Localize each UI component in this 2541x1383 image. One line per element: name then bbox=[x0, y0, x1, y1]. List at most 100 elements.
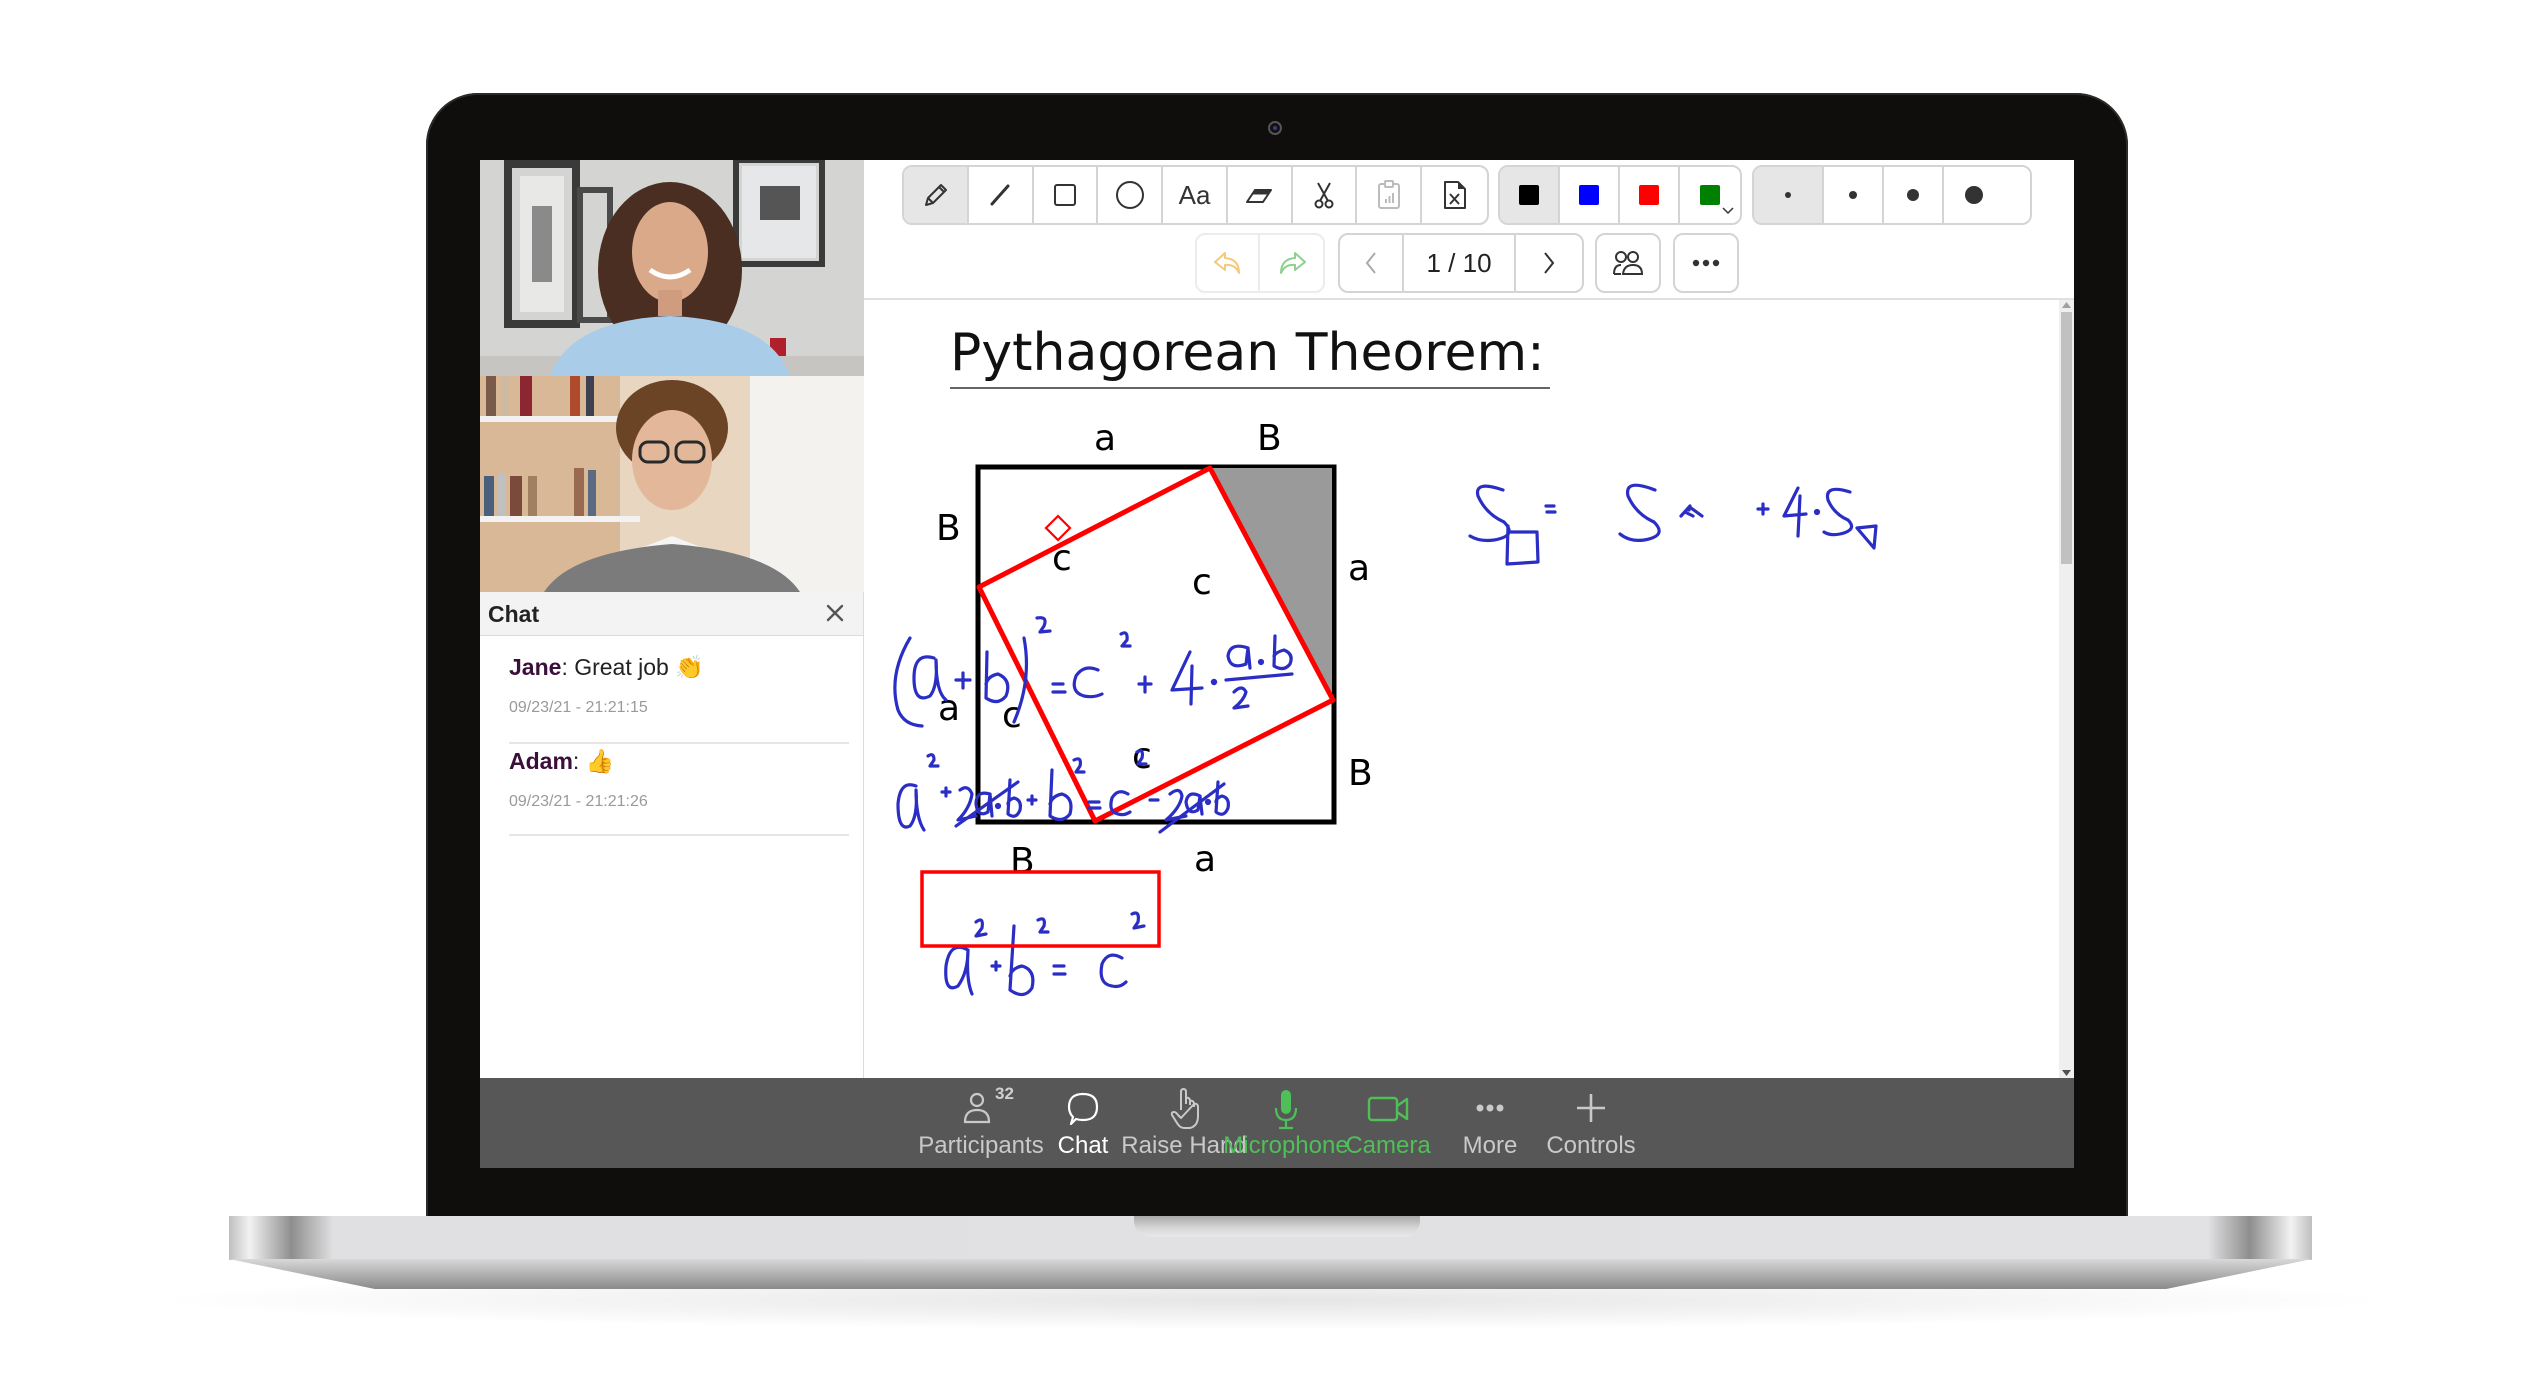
tool-rectangle[interactable] bbox=[1034, 167, 1099, 223]
size-xlarge[interactable] bbox=[1944, 167, 2004, 223]
tool-pencil[interactable] bbox=[904, 167, 969, 223]
video-participant-1[interactable] bbox=[480, 160, 864, 376]
whiteboard-title: Pythagorean Theorem: bbox=[950, 323, 1545, 383]
label-left-b: B bbox=[936, 508, 961, 549]
more-icon bbox=[1476, 1104, 1504, 1112]
text-icon: Aa bbox=[1178, 179, 1211, 210]
color-black[interactable] bbox=[1500, 167, 1561, 223]
result-highlight-box bbox=[920, 870, 1161, 948]
scroll-down-arrow-icon[interactable] bbox=[2062, 1070, 2071, 1076]
controls-button[interactable]: Controls bbox=[1521, 1078, 1661, 1168]
pencil-icon bbox=[925, 184, 948, 206]
more-options-button[interactable] bbox=[1675, 235, 1737, 291]
more-dots-icon bbox=[1692, 259, 1720, 267]
app-screen: Chat Jane: Great job 👏 09/23/21 - 21:21:… bbox=[480, 160, 2074, 1168]
plus-icon bbox=[1577, 1094, 1605, 1122]
tool-cut[interactable] bbox=[1293, 167, 1358, 223]
tool-paste[interactable] bbox=[1357, 167, 1423, 223]
microphone-icon bbox=[1274, 1090, 1298, 1130]
tool-text[interactable]: Aa bbox=[1163, 167, 1228, 223]
label-inner-c: c bbox=[1052, 538, 1072, 579]
size-small[interactable] bbox=[1754, 167, 1824, 223]
whiteboard-participants-button[interactable] bbox=[1597, 235, 1659, 291]
label-inner-c: c bbox=[1192, 562, 1212, 603]
participants-whiteboard-button-wrap bbox=[1595, 233, 1661, 293]
redo-icon bbox=[1279, 252, 1306, 274]
equation-3 bbox=[896, 749, 1230, 834]
tool-clear[interactable] bbox=[1422, 167, 1487, 223]
chat-message: Adam: 👍 09/23/21 - 21:21:26 bbox=[509, 748, 849, 836]
laptop-notch bbox=[1134, 1216, 1420, 1237]
label-right-b: B bbox=[1348, 753, 1373, 794]
chat-title: Chat bbox=[488, 601, 540, 627]
undo-button[interactable] bbox=[1197, 235, 1261, 291]
color-green[interactable] bbox=[1680, 167, 1740, 223]
green-swatch bbox=[1700, 185, 1721, 205]
page-indicator: 1 / 10 bbox=[1404, 235, 1517, 291]
ellipse-icon bbox=[1115, 181, 1144, 209]
line-icon bbox=[990, 184, 1010, 206]
size-medium[interactable] bbox=[1824, 167, 1884, 223]
redo-button[interactable] bbox=[1260, 235, 1323, 291]
clipboard-icon bbox=[1377, 180, 1400, 209]
meeting-controls-bar: 32 Participants Chat Raise Hand Micropho… bbox=[480, 1078, 2074, 1168]
chat-message: Jane: Great job 👏 09/23/21 - 21:21:15 bbox=[509, 654, 849, 744]
tool-ellipse[interactable] bbox=[1098, 167, 1164, 223]
close-chat-icon[interactable] bbox=[821, 599, 849, 627]
label-top-a: a bbox=[1094, 418, 1116, 459]
clapping-hands-emoji: 👏 bbox=[675, 654, 704, 680]
message-text: : Great job bbox=[561, 654, 676, 680]
previous-page-button[interactable] bbox=[1340, 235, 1404, 291]
red-swatch bbox=[1639, 185, 1660, 205]
participants-count-badge: 32 bbox=[995, 1084, 1014, 1103]
equation-1 bbox=[1468, 483, 1878, 566]
size-dot-icon bbox=[1907, 189, 1919, 201]
color-blue[interactable] bbox=[1560, 167, 1621, 223]
webcam-icon bbox=[1268, 121, 1282, 135]
canvas-scrollbar[interactable] bbox=[2059, 300, 2074, 1078]
size-large[interactable] bbox=[1884, 167, 1944, 223]
tool-eraser[interactable] bbox=[1228, 167, 1293, 223]
hand-icon bbox=[1170, 1088, 1199, 1129]
message-author: Adam bbox=[509, 748, 573, 774]
video-participant-2[interactable] bbox=[480, 376, 864, 592]
controls-label: Controls bbox=[1546, 1132, 1636, 1159]
thumbs-up-emoji: 👍 bbox=[585, 748, 615, 774]
more-options-wrap bbox=[1673, 233, 1739, 293]
delete-file-icon bbox=[1443, 181, 1466, 209]
scrollbar-thumb[interactable] bbox=[2061, 312, 2072, 564]
size-dot-icon bbox=[1849, 191, 1857, 199]
participant-1-image bbox=[480, 160, 864, 376]
message-text: : bbox=[572, 748, 586, 774]
rectangle-icon bbox=[1053, 184, 1076, 206]
label-bottom-b: B bbox=[1010, 841, 1035, 882]
next-page-button[interactable] bbox=[1516, 235, 1582, 291]
chat-bubble-icon bbox=[1067, 1092, 1099, 1126]
undo-icon bbox=[1213, 252, 1240, 274]
message-timestamp: 09/23/21 - 21:21:26 bbox=[509, 793, 648, 810]
chevron-down-icon[interactable] bbox=[1722, 207, 1734, 215]
size-dot-icon bbox=[1965, 186, 1983, 204]
label-right-a: a bbox=[1348, 548, 1370, 589]
label-bottom-a: a bbox=[1194, 839, 1216, 880]
eraser-icon bbox=[1246, 189, 1273, 203]
brush-size-group bbox=[1752, 165, 2032, 225]
tool-line[interactable] bbox=[969, 167, 1034, 223]
page-navigation: 1 / 10 bbox=[1338, 233, 1584, 293]
participant-2-image bbox=[480, 376, 864, 592]
message-timestamp: 09/23/21 - 21:21:15 bbox=[509, 699, 648, 716]
laptop-base-bottom bbox=[229, 1259, 2312, 1289]
diamond-symbol bbox=[1044, 514, 1072, 542]
page-label: 1 / 10 bbox=[1426, 247, 1492, 278]
history-group bbox=[1195, 233, 1325, 293]
scroll-up-arrow-icon[interactable] bbox=[2062, 302, 2071, 308]
color-red[interactable] bbox=[1620, 167, 1681, 223]
camera-icon bbox=[1367, 1096, 1409, 1122]
chevron-right-icon bbox=[1544, 252, 1555, 274]
equation-4 bbox=[944, 911, 1146, 997]
whiteboard-canvas[interactable]: Pythagorean Theorem: a B B a a B B a c c… bbox=[864, 300, 2059, 1078]
chat-header: Chat bbox=[480, 592, 863, 636]
scissors-icon bbox=[1314, 182, 1334, 209]
drawing-tools-group: Aa bbox=[902, 165, 1489, 225]
black-swatch bbox=[1519, 185, 1539, 205]
